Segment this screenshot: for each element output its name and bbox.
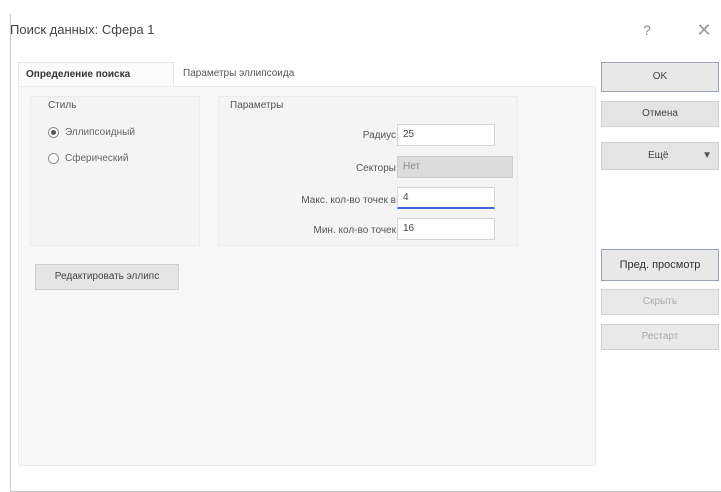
more-button-label: Ещё — [648, 150, 669, 161]
help-icon[interactable]: ? — [637, 20, 657, 40]
sectors-label: Секторы — [355, 163, 396, 174]
max-points-label: Макс. кол-во точек в — [301, 195, 396, 206]
max-points-field[interactable]: 4 — [397, 187, 495, 209]
edit-ellipse-button[interactable]: Редактировать эллипс — [35, 264, 179, 290]
close-icon[interactable]: ✕ — [693, 19, 715, 41]
window-title: Поиск данных: Сфера 1 — [10, 22, 155, 37]
radio-button[interactable] — [48, 152, 59, 164]
hide-button[interactable]: Скрыть — [601, 289, 719, 315]
radio-label: Сферический — [65, 152, 129, 164]
radius-field[interactable]: 25 — [397, 124, 495, 146]
radio-dot-icon — [51, 129, 56, 135]
preview-button[interactable]: Пред. просмотр — [601, 249, 719, 281]
more-button[interactable]: Ещё ▼ — [601, 142, 719, 170]
style-group — [30, 96, 200, 246]
tab-search-definition[interactable]: Определение поиска — [18, 62, 174, 86]
min-points-label: Мин. кол-во точек — [313, 225, 397, 236]
ok-button[interactable]: OK — [601, 62, 719, 92]
sectors-field[interactable]: Нет — [397, 156, 513, 178]
tab-ellipsoid-parameters[interactable]: Параметры эллипсоида — [176, 62, 346, 86]
restart-button[interactable]: Рестарт — [601, 324, 719, 350]
radio-spherical[interactable]: Сферический — [48, 150, 128, 166]
radio-label: Эллипсоидный — [65, 126, 135, 138]
style-group-title: Стиль — [48, 100, 77, 111]
min-points-field[interactable]: 16 — [397, 218, 495, 240]
tab-bar: Определение поиска Параметры эллипсоида — [18, 62, 596, 86]
cancel-button[interactable]: Отмена — [601, 101, 719, 127]
radio-button[interactable] — [48, 126, 59, 138]
radio-ellipsoidal[interactable]: Эллипсоидный — [48, 124, 135, 140]
parameters-group-title: Параметры — [230, 100, 284, 111]
radius-label: Радиус — [362, 130, 396, 141]
chevron-down-icon: ▼ — [702, 150, 712, 161]
